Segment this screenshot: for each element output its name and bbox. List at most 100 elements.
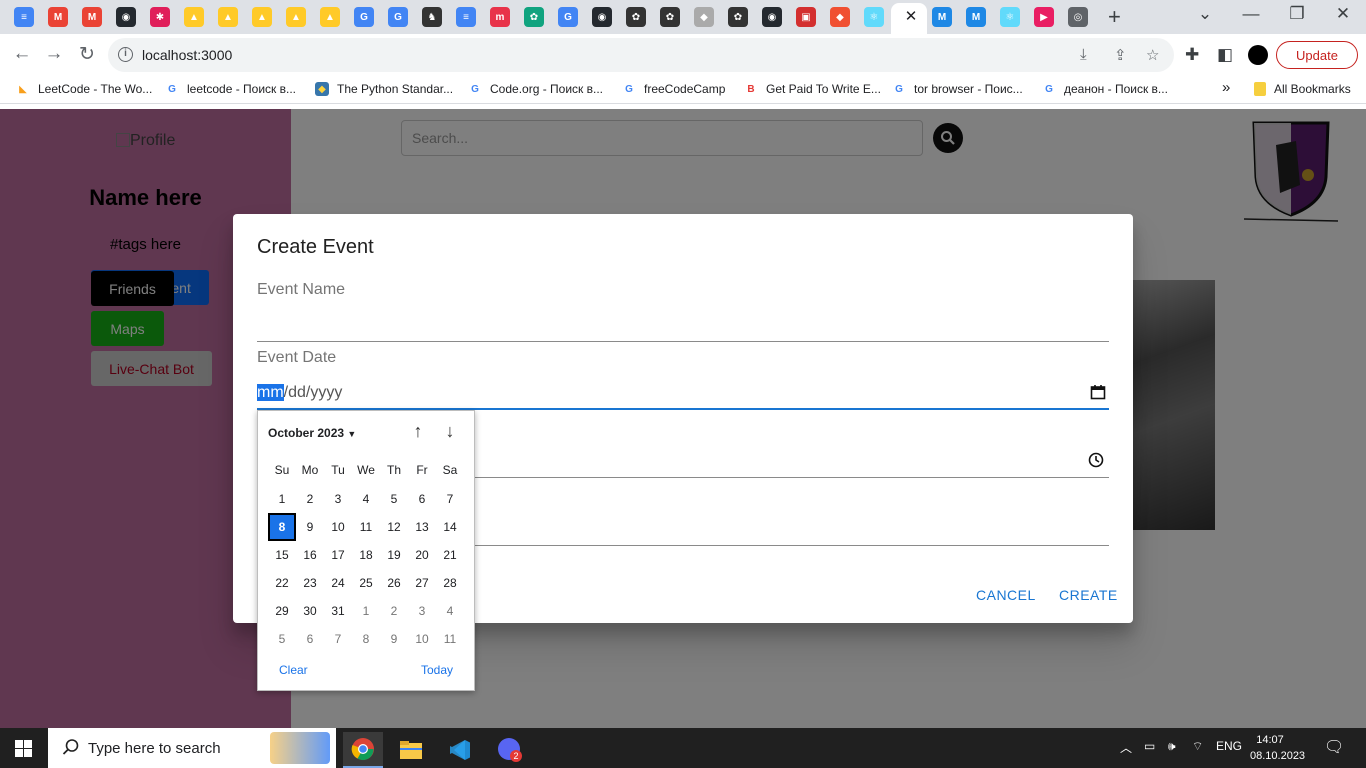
language-indicator[interactable]: ENG bbox=[1216, 739, 1242, 753]
gmail-tab-icon[interactable]: M bbox=[48, 7, 68, 27]
calendar-day[interactable]: 28 bbox=[436, 569, 464, 597]
calendar-day[interactable]: 30 bbox=[296, 597, 324, 625]
window-close-icon[interactable]: ✕ bbox=[1328, 4, 1358, 24]
calendar-day[interactable]: 4 bbox=[436, 597, 464, 625]
calendar-day[interactable]: 25 bbox=[352, 569, 380, 597]
discord-notification-taskbar-icon[interactable]: 2 bbox=[490, 732, 530, 768]
month-year-select[interactable]: October 2023 ▼ bbox=[268, 426, 356, 440]
notifications-icon[interactable]: 🗨 bbox=[1324, 737, 1344, 757]
bookmark-item[interactable]: ◆ The Python Standar... bbox=[315, 82, 453, 96]
slack-tab-icon[interactable]: ✱ bbox=[150, 7, 170, 27]
react-tab-icon[interactable]: ⚛ bbox=[864, 7, 884, 27]
chrome-tab-icon[interactable]: ◎ bbox=[1068, 7, 1088, 27]
calendar-day[interactable]: 17 bbox=[324, 541, 352, 569]
clock-icon[interactable] bbox=[1088, 452, 1104, 468]
youtube-tab-icon[interactable]: ▶ bbox=[1034, 7, 1054, 27]
calendar-day[interactable]: 10 bbox=[324, 513, 352, 541]
calendar-day[interactable]: 2 bbox=[380, 597, 408, 625]
site-info-icon[interactable]: i bbox=[118, 47, 133, 62]
puzzle-tab-icon[interactable]: ♞ bbox=[422, 7, 442, 27]
side-panel-icon[interactable]: ◧ bbox=[1217, 45, 1233, 65]
close-tab-icon[interactable]: ✕ bbox=[902, 7, 920, 25]
google-tab-icon[interactable]: G bbox=[354, 7, 374, 27]
firebase-tab-icon[interactable]: ▲ bbox=[184, 7, 204, 27]
google-docs-tab-icon[interactable]: ≡ bbox=[14, 7, 34, 27]
back-arrow-icon[interactable]: ← bbox=[10, 43, 34, 65]
reload-icon[interactable]: ↻ bbox=[75, 43, 99, 66]
calendar-day[interactable]: 7 bbox=[436, 485, 464, 513]
date-year-segment[interactable]: yyyy bbox=[310, 384, 342, 401]
calendar-day[interactable]: 20 bbox=[408, 541, 436, 569]
calendar-day[interactable]: 8 bbox=[352, 625, 380, 653]
openai-tab-icon[interactable]: ✿ bbox=[728, 7, 748, 27]
openai-tab-icon[interactable]: ✿ bbox=[660, 7, 680, 27]
firebase-tab-icon[interactable]: ▲ bbox=[286, 7, 306, 27]
calendar-day[interactable]: 31 bbox=[324, 597, 352, 625]
today-button[interactable]: Today bbox=[421, 663, 453, 677]
github-tab-icon[interactable]: ◉ bbox=[592, 7, 612, 27]
openai-tab-icon[interactable]: ✿ bbox=[626, 7, 646, 27]
show-hidden-icons-chevron-icon[interactable]: ︿ bbox=[1120, 739, 1132, 756]
chatgpt-tab-icon[interactable]: ✿ bbox=[524, 7, 544, 27]
calendar-day[interactable]: 21 bbox=[436, 541, 464, 569]
windows-start-icon[interactable] bbox=[15, 740, 32, 757]
calendar-day[interactable]: 3 bbox=[324, 485, 352, 513]
calendar-day[interactable]: 23 bbox=[296, 569, 324, 597]
calendar-day[interactable]: 29 bbox=[268, 597, 296, 625]
profile-avatar[interactable] bbox=[1248, 45, 1268, 65]
calendar-day[interactable]: 7 bbox=[324, 625, 352, 653]
previous-month-arrow-icon[interactable]: ↑ bbox=[408, 421, 428, 442]
event-date-field[interactable]: mm/dd/yyyy bbox=[257, 384, 342, 402]
url-text[interactable]: localhost:3000 bbox=[142, 47, 232, 63]
firebase-tab-icon[interactable]: ▲ bbox=[252, 7, 272, 27]
volume-icon[interactable]: 🕪 bbox=[1168, 739, 1176, 754]
calendar-day[interactable]: 27 bbox=[408, 569, 436, 597]
calendar-day[interactable]: 24 bbox=[324, 569, 352, 597]
calendar-day[interactable]: 3 bbox=[408, 597, 436, 625]
netlify-tab-icon[interactable]: ▣ bbox=[796, 7, 816, 27]
mui-tab-icon[interactable]: M bbox=[932, 7, 952, 27]
chrome-taskbar-icon[interactable] bbox=[343, 732, 383, 768]
create-button[interactable]: CREATE bbox=[1059, 587, 1118, 603]
miro-tab-icon[interactable]: m bbox=[490, 7, 510, 27]
cube-tab-icon[interactable]: ◆ bbox=[694, 7, 714, 27]
calendar-day[interactable]: 16 bbox=[296, 541, 324, 569]
calendar-icon[interactable] bbox=[1090, 384, 1106, 400]
calendar-day[interactable]: 1 bbox=[268, 485, 296, 513]
github-tab-icon[interactable]: ◉ bbox=[116, 7, 136, 27]
calendar-day[interactable]: 2 bbox=[296, 485, 324, 513]
calendar-day[interactable]: 1 bbox=[352, 597, 380, 625]
bookmark-item[interactable]: Gtor browser - Поис... bbox=[892, 82, 1023, 96]
bookmark-item[interactable]: Gдеанон - Поиск в... bbox=[1042, 82, 1168, 96]
calendar-day[interactable]: 26 bbox=[380, 569, 408, 597]
extensions-puzzle-icon[interactable]: ✚ bbox=[1185, 45, 1199, 65]
firebase-tab-icon[interactable]: ▲ bbox=[218, 7, 238, 27]
tab-search-chevron-icon[interactable]: ⌄ bbox=[1190, 4, 1220, 24]
calendar-day[interactable]: 5 bbox=[268, 625, 296, 653]
event-name-field[interactable] bbox=[257, 310, 1109, 340]
calendar-day[interactable]: 22 bbox=[268, 569, 296, 597]
google-tab-icon[interactable]: G bbox=[388, 7, 408, 27]
restore-icon[interactable]: ❐ bbox=[1282, 4, 1312, 24]
calendar-day-selected[interactable]: 8 bbox=[268, 513, 296, 541]
calendar-day[interactable]: 15 bbox=[268, 541, 296, 569]
bookmark-item[interactable]: GfreeCodeCamp bbox=[622, 82, 725, 96]
git-tab-icon[interactable]: ◆ bbox=[830, 7, 850, 27]
calendar-day[interactable]: 11 bbox=[352, 513, 380, 541]
battery-icon[interactable]: ▭ bbox=[1144, 739, 1155, 753]
address-bar[interactable]: i localhost:3000 ⤓ ⇪ ☆ bbox=[108, 38, 1174, 72]
calendar-day[interactable]: 10 bbox=[408, 625, 436, 653]
update-button[interactable]: Update bbox=[1276, 41, 1358, 69]
calendar-day[interactable]: 12 bbox=[380, 513, 408, 541]
calendar-day[interactable]: 13 bbox=[408, 513, 436, 541]
gmail-tab-icon[interactable]: M bbox=[82, 7, 102, 27]
calendar-day[interactable]: 11 bbox=[436, 625, 464, 653]
bookmark-item[interactable]: G Code.org - Поиск в... bbox=[468, 82, 603, 96]
forward-arrow-icon[interactable]: → bbox=[42, 43, 66, 65]
google-tab-icon[interactable]: G bbox=[558, 7, 578, 27]
date-day-segment[interactable]: dd bbox=[288, 384, 306, 401]
taskbar-search-input[interactable]: Type here to search bbox=[48, 728, 336, 768]
calendar-day[interactable]: 5 bbox=[380, 485, 408, 513]
vscode-taskbar-icon[interactable] bbox=[440, 732, 480, 768]
bookmark-star-icon[interactable]: ☆ bbox=[1146, 46, 1159, 64]
